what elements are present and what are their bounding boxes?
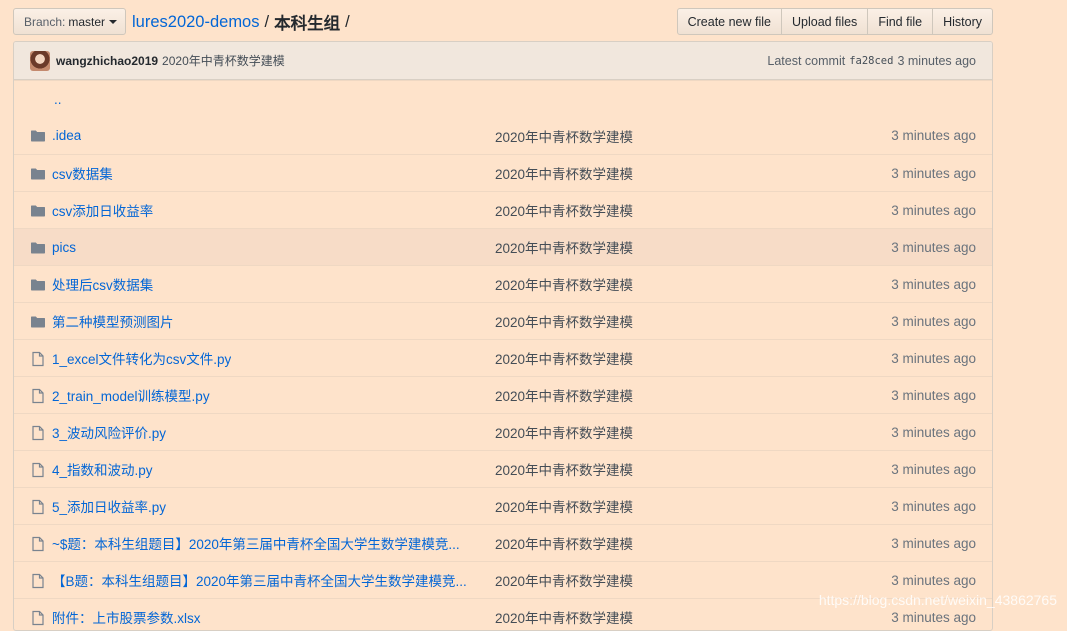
file-actions-group: Create new file Upload files Find file H…: [676, 8, 993, 35]
file-commit-message[interactable]: 2020年中青杯数学建模: [495, 570, 633, 590]
file-name-link[interactable]: 附件：上市股票参数.xlsx: [52, 607, 201, 627]
file-icon: [30, 536, 46, 552]
branch-label: Branch:: [24, 14, 66, 29]
branch-value: master: [68, 14, 106, 29]
file-name-link[interactable]: 2_train_model训练模型.py: [52, 385, 210, 405]
file-age: 3 minutes ago: [891, 239, 976, 255]
latest-commit-info: Latest commit fa28ced 3 minutes ago: [767, 54, 976, 68]
commit-message[interactable]: 2020年中青杯数学建模: [162, 52, 285, 69]
file-name-link[interactable]: 第二种模型预测图片: [52, 311, 174, 331]
latest-commit-bar: wangzhichao2019 2020年中青杯数学建模 Latest comm…: [14, 42, 992, 80]
folder-icon: [30, 166, 46, 182]
folder-icon: [30, 203, 46, 219]
file-row[interactable]: pics 2020年中青杯数学建模 3 minutes ago: [14, 228, 992, 265]
upload-files-button[interactable]: Upload files: [780, 8, 869, 35]
watermark: https://blog.csdn.net/weixin_43862765: [818, 592, 1057, 608]
file-row[interactable]: 3_波动风险评价.py 2020年中青杯数学建模 3 minutes ago: [14, 413, 992, 450]
file-commit-message[interactable]: 2020年中青杯数学建模: [495, 533, 633, 553]
file-icon: [30, 499, 46, 515]
file-row[interactable]: csv数据集 2020年中青杯数学建模 3 minutes ago: [14, 154, 992, 191]
parent-directory-row[interactable]: ..: [14, 80, 992, 117]
file-name-link[interactable]: 5_添加日收益率.py: [52, 496, 166, 516]
file-icon: [30, 610, 46, 626]
file-age: 3 minutes ago: [891, 572, 976, 588]
file-name-link[interactable]: pics: [52, 240, 76, 255]
file-commit-message[interactable]: 2020年中青杯数学建模: [495, 607, 633, 627]
commit-author[interactable]: wangzhichao2019: [56, 54, 158, 68]
file-row[interactable]: 4_指数和波动.py 2020年中青杯数学建模 3 minutes ago: [14, 450, 992, 487]
find-file-button[interactable]: Find file: [867, 8, 934, 35]
create-new-file-button[interactable]: Create new file: [676, 8, 782, 35]
repo-toolbar: Branch: master lures2020-demos / 本科生组 / …: [13, 8, 993, 35]
file-commit-message[interactable]: 2020年中青杯数学建模: [495, 274, 633, 294]
file-row[interactable]: 2_train_model训练模型.py 2020年中青杯数学建模 3 minute…: [14, 376, 992, 413]
file-commit-message[interactable]: 2020年中青杯数学建模: [495, 237, 633, 257]
history-button[interactable]: History: [932, 8, 993, 35]
latest-commit-label: Latest commit: [767, 53, 846, 68]
file-commit-message[interactable]: 2020年中青杯数学建模: [495, 163, 633, 183]
file-commit-message[interactable]: 2020年中青杯数学建模: [495, 496, 633, 516]
file-commit-message[interactable]: 2020年中青杯数学建模: [495, 422, 633, 442]
avatar[interactable]: [30, 50, 50, 71]
file-commit-message[interactable]: 2020年中青杯数学建模: [495, 126, 633, 146]
breadcrumb-repo-link[interactable]: lures2020-demos: [132, 13, 260, 32]
parent-directory-link[interactable]: ..: [54, 92, 62, 107]
file-row[interactable]: 1_excel文件转化为csv文件.py 2020年中青杯数学建模 3 minute…: [14, 339, 992, 376]
file-icon: [30, 388, 46, 404]
file-icon: [30, 573, 46, 589]
file-commit-message[interactable]: 2020年中青杯数学建模: [495, 200, 633, 220]
breadcrumb-trailing-separator: /: [345, 12, 350, 31]
file-name-link[interactable]: csv数据集: [52, 163, 113, 183]
file-icon: [30, 425, 46, 441]
file-name-link[interactable]: ~$题：本科生组题目】2020年第三届中青杯全国大学生数学建模竞...: [52, 533, 460, 553]
commit-sha[interactable]: fa28ced: [849, 55, 893, 67]
file-row[interactable]: 5_添加日收益率.py 2020年中青杯数学建模 3 minutes ago: [14, 487, 992, 524]
breadcrumb-current-folder: 本科生组: [274, 15, 341, 33]
file-icon: [30, 462, 46, 478]
folder-icon: [30, 314, 46, 330]
file-name-link[interactable]: 处理后csv数据集: [52, 274, 153, 294]
file-row[interactable]: 处理后csv数据集 2020年中青杯数学建模 3 minutes ago: [14, 265, 992, 302]
file-age: 3 minutes ago: [891, 128, 976, 143]
folder-icon: [30, 277, 46, 293]
file-commit-message[interactable]: 2020年中青杯数学建模: [495, 348, 633, 368]
breadcrumb: lures2020-demos / 本科生组 /: [132, 10, 355, 34]
file-age: 3 minutes ago: [891, 535, 976, 551]
file-icon: [30, 351, 46, 367]
file-age: 3 minutes ago: [891, 387, 976, 403]
file-name-link[interactable]: 4_指数和波动.py: [52, 459, 153, 479]
file-name-link[interactable]: 1_excel文件转化为csv文件.py: [52, 348, 231, 368]
chevron-down-icon: [109, 19, 118, 24]
folder-icon: [30, 128, 46, 144]
file-name-link[interactable]: csv添加日收益率: [52, 200, 153, 220]
file-row[interactable]: csv添加日收益率 2020年中青杯数学建模 3 minutes ago: [14, 191, 992, 228]
file-age: 3 minutes ago: [891, 165, 976, 181]
folder-icon: [30, 240, 46, 256]
file-name-link[interactable]: 3_波动风险评价.py: [52, 422, 166, 442]
file-age: 3 minutes ago: [891, 461, 976, 477]
file-row[interactable]: .idea 2020年中青杯数学建模 3 minutes ago: [14, 117, 992, 154]
file-age: 3 minutes ago: [891, 350, 976, 366]
file-list: wangzhichao2019 2020年中青杯数学建模 Latest comm…: [13, 41, 993, 631]
commit-time: 3 minutes ago: [897, 53, 976, 68]
file-age: 3 minutes ago: [891, 609, 976, 625]
file-age: 3 minutes ago: [891, 498, 976, 514]
breadcrumb-separator: /: [264, 12, 270, 31]
file-age: 3 minutes ago: [891, 276, 976, 292]
file-commit-message[interactable]: 2020年中青杯数学建模: [495, 385, 633, 405]
file-commit-message[interactable]: 2020年中青杯数学建模: [495, 311, 633, 331]
branch-selector-button[interactable]: Branch: master: [13, 8, 126, 35]
file-commit-message[interactable]: 2020年中青杯数学建模: [495, 459, 633, 479]
file-row[interactable]: 第二种模型预测图片 2020年中青杯数学建模 3 minutes ago: [14, 302, 992, 339]
file-row[interactable]: ~$题：本科生组题目】2020年第三届中青杯全国大学生数学建模竞... 2020年…: [14, 524, 992, 561]
file-name-link[interactable]: .idea: [52, 128, 81, 143]
file-age: 3 minutes ago: [891, 424, 976, 440]
file-name-link[interactable]: 【B题：本科生组题目】2020年第三届中青杯全国大学生数学建模竞...: [52, 570, 467, 590]
file-age: 3 minutes ago: [891, 313, 976, 329]
file-age: 3 minutes ago: [891, 202, 976, 218]
